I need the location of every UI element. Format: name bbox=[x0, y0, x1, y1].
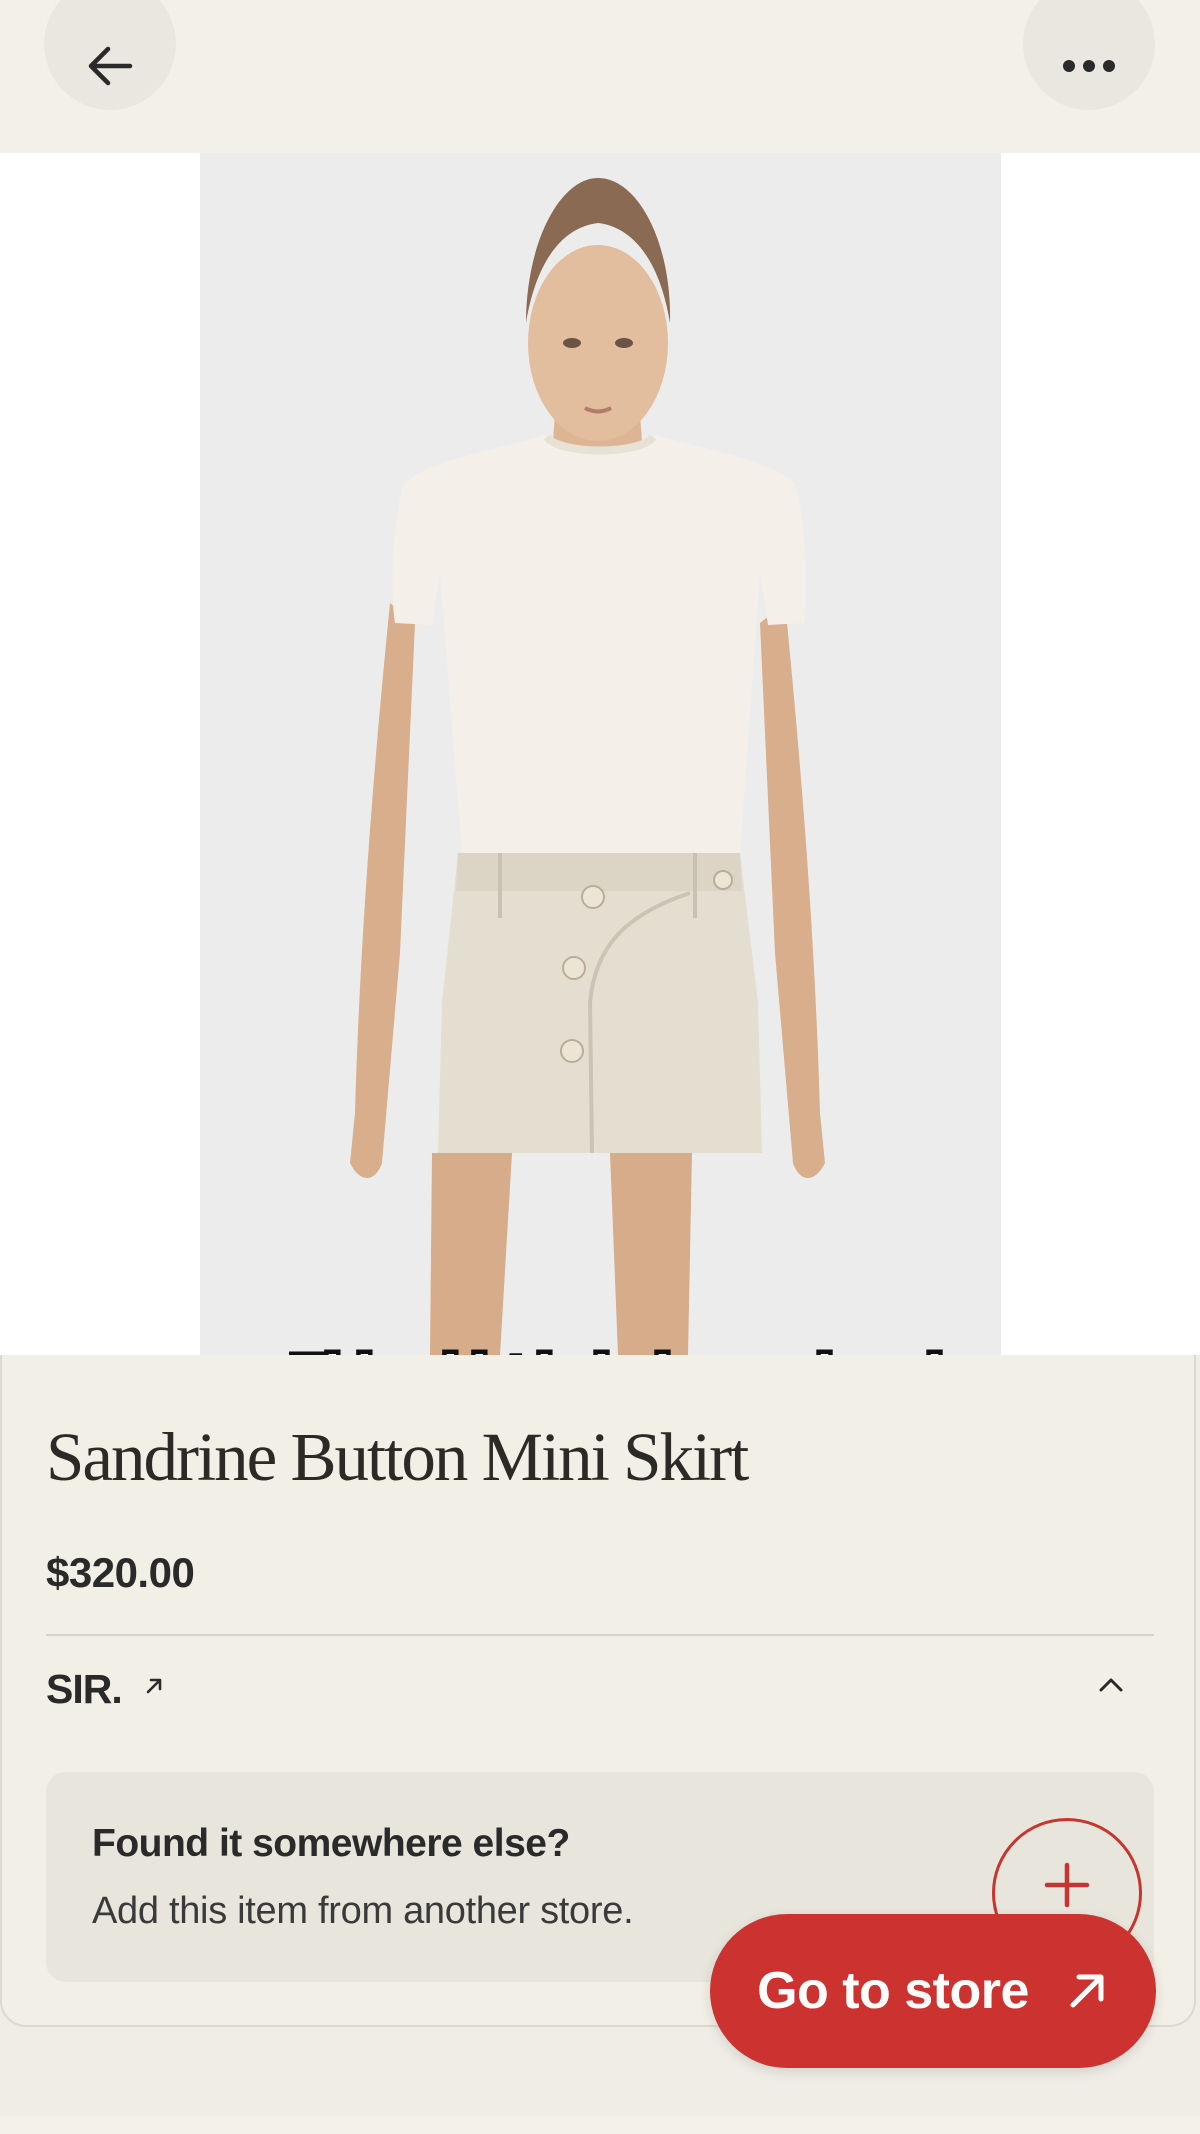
go-to-store-button[interactable]: Go to store bbox=[710, 1914, 1156, 2068]
product-title: Sandrine Button Mini Skirt bbox=[46, 1419, 749, 1495]
found-elsewhere-title: Found it somewhere else? bbox=[92, 1822, 570, 1865]
video-caption: This skirt is being ordered as we speak bbox=[260, 1341, 1130, 1356]
product-media: This skirt is being ordered as we speak bbox=[0, 153, 1200, 1355]
bottom-strip bbox=[0, 2116, 1200, 2134]
more-horizontal-icon bbox=[1063, 60, 1115, 72]
chevron-up-icon[interactable] bbox=[1098, 1676, 1124, 1694]
plus-icon bbox=[1044, 1862, 1090, 1908]
back-button[interactable] bbox=[44, 0, 176, 110]
found-elsewhere-subtitle: Add this item from another store. bbox=[92, 1890, 634, 1932]
product-price: $320.00 bbox=[46, 1549, 195, 1596]
more-options-button[interactable] bbox=[1023, 0, 1155, 110]
divider bbox=[46, 1634, 1154, 1636]
external-link-icon bbox=[146, 1678, 162, 1694]
brand-row[interactable]: SIR. bbox=[46, 1660, 1154, 1712]
top-bar bbox=[0, 0, 1200, 153]
brand-name[interactable]: SIR. bbox=[46, 1666, 123, 1713]
product-photo bbox=[200, 153, 1001, 1355]
arrow-up-right-icon bbox=[1070, 1974, 1104, 2008]
arrow-left-icon bbox=[88, 46, 133, 86]
go-to-store-label: Go to store bbox=[757, 1962, 1029, 2020]
